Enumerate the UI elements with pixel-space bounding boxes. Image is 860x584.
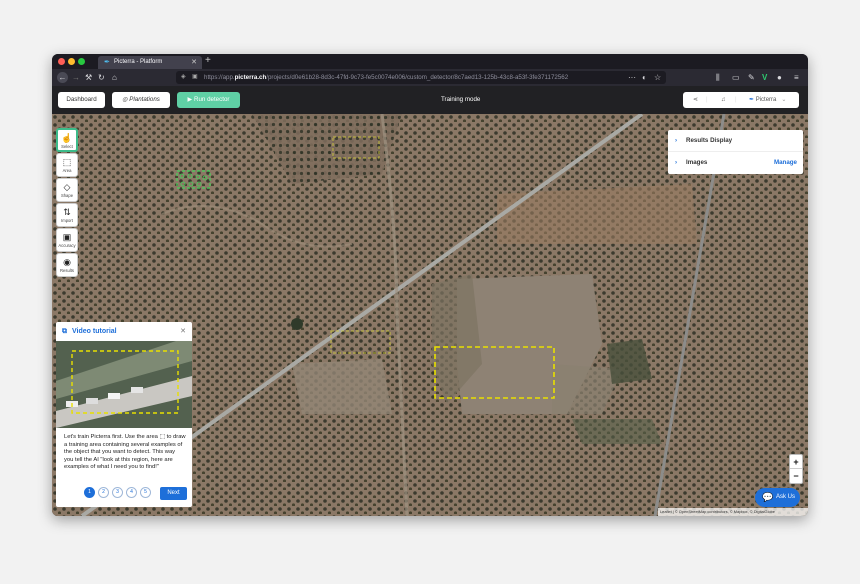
minimize-window-button[interactable]: [68, 58, 75, 65]
map-view[interactable]: ☝ Select ⬚ Area ◇ Shape ⇅ Import ▣ Accur…: [52, 114, 808, 516]
url-text: https://app.picterra.ch/projects/d0e61b2…: [204, 74, 569, 81]
video-tutorial-header: ⧉ Video tutorial ✕: [56, 322, 192, 341]
header-actions: ⋖ | ♫ | ✒ Picterra ⌄: [683, 92, 799, 108]
layers-panel: › Results Display › Images Manage: [668, 130, 803, 174]
v-extension-icon[interactable]: V: [762, 72, 767, 83]
reload-icon[interactable]: ↻: [98, 72, 105, 83]
bookmark-star-icon[interactable]: ☆: [654, 72, 661, 83]
mode-label: Training mode: [441, 96, 481, 103]
user-menu[interactable]: ✒ Picterra ⌄: [749, 92, 786, 108]
picterra-favicon-icon: ✒: [104, 59, 110, 66]
hand-icon: ☝: [61, 133, 73, 143]
maximize-window-button[interactable]: [78, 58, 85, 65]
tool-select-button[interactable]: ☝ Select: [56, 128, 78, 152]
zoom-out-button[interactable]: −: [790, 469, 802, 483]
map-attribution[interactable]: Leaflet | © OpenStreetMap contributors, …: [658, 508, 808, 516]
ask-us-button[interactable]: 💬 Ask Us: [755, 488, 800, 507]
eye-icon: ◉: [63, 257, 71, 267]
tool-area-button[interactable]: ⬚ Area: [56, 153, 78, 177]
video-thumbnail[interactable]: [56, 341, 192, 428]
external-link-icon: ⧉: [62, 328, 67, 335]
page-3-button[interactable]: 3: [112, 487, 123, 498]
menu-icon[interactable]: ≡: [794, 72, 799, 83]
close-window-button[interactable]: [58, 58, 65, 65]
sidebar-icon[interactable]: ▭: [732, 72, 740, 83]
import-icon: ⇅: [63, 207, 71, 217]
results-display-row[interactable]: › Results Display: [668, 130, 803, 152]
page-5-button[interactable]: 5: [140, 487, 151, 498]
chevron-right-icon: ›: [675, 137, 678, 144]
bell-icon[interactable]: ♫: [721, 92, 726, 108]
accuracy-icon: ▣: [62, 232, 72, 242]
page-4-button[interactable]: 4: [126, 487, 137, 498]
dashboard-button[interactable]: Dashboard: [58, 92, 105, 108]
chat-bubble-icon: 💬: [762, 492, 774, 502]
chevron-right-icon: ›: [675, 159, 678, 166]
nav-bar: ← → ⚒ ↻ ⌂ ◈ ▣ https://app.picterra.ch/pr…: [52, 69, 808, 86]
url-bar[interactable]: ◈ ▣ https://app.picterra.ch/projects/d0e…: [176, 71, 666, 84]
more-icon[interactable]: ···: [628, 72, 636, 83]
images-row[interactable]: › Images Manage: [668, 152, 803, 174]
new-tab-icon[interactable]: +: [205, 55, 211, 66]
browser-tab[interactable]: ✒ Picterra - Platform ✕: [98, 56, 202, 69]
home-icon[interactable]: ⌂: [112, 72, 117, 83]
forward-icon[interactable]: →: [72, 72, 80, 83]
tool-palette: ☝ Select ⬚ Area ◇ Shape ⇅ Import ▣ Accur…: [56, 128, 78, 278]
page-1-button[interactable]: 1: [84, 487, 95, 498]
area-icon: ⬚: [62, 157, 72, 167]
tool-accuracy-button[interactable]: ▣ Accuracy: [56, 228, 78, 252]
title-bar: ✒ Picterra - Platform ✕ +: [52, 54, 808, 69]
back-icon[interactable]: ←: [57, 72, 68, 83]
video-tutorial-panel: ⧉ Video tutorial ✕ Let's train Picterra …: [56, 322, 192, 507]
shield-icon: ◈: [181, 74, 186, 80]
extension-icon[interactable]: ✎: [748, 72, 755, 83]
page-2-button[interactable]: 2: [98, 487, 109, 498]
zoom-in-button[interactable]: +: [790, 455, 802, 469]
tool-import-button[interactable]: ⇅ Import: [56, 203, 78, 227]
tutorial-text: Let's train Picterra first. Use the area…: [64, 434, 186, 471]
share-icon[interactable]: ⋖: [693, 92, 698, 108]
run-detector-button[interactable]: ▶ Run detector: [177, 92, 240, 108]
zoom-control: + −: [789, 454, 803, 484]
pocket-icon[interactable]: ◐: [642, 72, 647, 83]
project-button[interactable]: ◎ Plantations: [112, 92, 170, 108]
manage-link[interactable]: Manage: [774, 152, 797, 174]
next-button[interactable]: Next: [160, 487, 187, 500]
close-icon[interactable]: ✕: [180, 322, 186, 341]
tools-icon[interactable]: ⚒: [85, 72, 92, 83]
app-bar: Dashboard ◎ Plantations ▶ Run detector T…: [52, 86, 808, 114]
shape-icon: ◇: [63, 182, 71, 192]
tool-results-button[interactable]: ◉ Results: [56, 253, 78, 277]
chevron-down-icon: ⌄: [781, 97, 787, 103]
tab-close-icon[interactable]: ✕: [191, 56, 197, 69]
browser-window: ✒ Picterra - Platform ✕ + ← → ⚒ ↻ ⌂ ◈ ▣ …: [52, 54, 808, 516]
library-icon[interactable]: ⫼: [716, 72, 720, 83]
lock-icon: ▣: [192, 74, 198, 80]
picterra-logo-icon: ✒: [749, 97, 756, 103]
account-icon[interactable]: ●: [777, 72, 782, 83]
video-preview-image: [56, 341, 192, 428]
video-tutorial-title: Video tutorial: [72, 328, 117, 335]
tool-shape-button[interactable]: ◇ Shape: [56, 178, 78, 202]
tab-title: Picterra - Platform: [114, 59, 163, 65]
